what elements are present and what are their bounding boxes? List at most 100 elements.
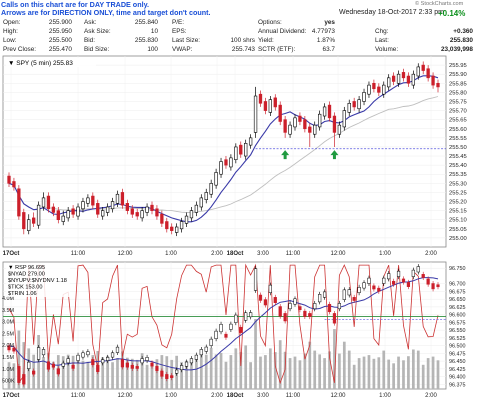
rsp-candle [382,277,386,284]
candle-body [96,203,100,215]
candle-body [86,197,90,204]
candle-body [239,144,243,155]
volume-bar [338,353,341,389]
candle-body [263,101,268,111]
volume-bar [195,357,198,389]
volume-bar [362,356,366,389]
candle-body [431,75,435,86]
lower-x-tick: 1:00 [165,393,177,399]
upper-x-axis: 17Oct 11:00 12:00 1:00 2:00 3:00 18Oct 11:00 12:… [3,251,438,257]
candle-body [268,99,273,113]
volume-bar [367,355,371,389]
rsp-candle [115,346,120,353]
candle-body [313,124,317,135]
rsp-candle [372,285,376,290]
volume-bar [426,358,430,389]
candle-body [337,124,342,135]
legend-rsp: ▼ RSP 96.695 [8,265,45,271]
rsp-candle [22,374,26,385]
upper-y-tick: 255.00 [449,236,467,242]
volume-tick: 2.0M [2,343,14,349]
volume-bar [259,356,262,389]
rsp-candle [150,362,154,367]
rsp-candle [411,269,415,277]
volume-bar [377,357,381,389]
candle-body [71,208,75,215]
upper-x-tick: 11:00 [286,251,301,257]
candle-body [125,203,130,211]
candle-body [120,192,125,206]
volume-bar [145,364,149,389]
lower-y-tick: 96.625 [449,305,466,311]
upper-y-tick: 255.50 [449,145,467,151]
upper-y-axis: 255.95 255.90 255.85 255.80 255.75 255.70 255.… [449,63,467,242]
volume-bar [436,360,440,389]
rsp-candle [170,375,174,378]
candle-body [317,113,322,128]
rsp-candle [253,268,258,291]
volume-tick: 2.5M [2,331,14,337]
rsp-candle [135,366,139,369]
upper-x-tick: 18Oct [227,251,244,257]
upper-y-tick: 255.90 [449,72,467,78]
upper-x-tick: 12:00 [117,251,133,257]
rsp-candle [101,359,105,364]
candle-body [204,192,208,201]
rsp-candle [214,330,218,339]
lower-x-tick: 11:00 [71,393,86,399]
candle-body [61,215,65,222]
rsp-candle [155,366,159,371]
rsp-candle [36,347,41,360]
rsp-candle [249,312,253,318]
candle-body [135,212,139,217]
rsp-candle [362,282,366,289]
rsp-candle [426,278,430,285]
lower-x-tick: 1:00 [379,393,391,399]
volume-bar [323,358,326,389]
candle-body [224,159,228,166]
volume-bar [81,360,85,389]
candle-body [387,77,391,88]
lower-y-tick: 96.375 [449,382,466,388]
candle-body [31,217,36,224]
candle-body [199,197,203,208]
upper-y-tick: 255.10 [449,218,467,224]
volume-bar [318,354,322,389]
candle-body [76,206,80,217]
rsp-candle [106,357,110,361]
volume-tick: 1.5M [2,355,14,361]
rsp-candle [303,310,307,317]
rsp-candle [244,312,248,321]
rsp-candle [224,333,228,338]
lower-y-tick: 96.750 [449,266,466,272]
volume-bar [352,364,356,389]
volume-bar [407,356,410,389]
candle-body [115,193,120,204]
rsp-candle [288,303,292,310]
candle-body [184,215,189,224]
upper-y-tick: 255.95 [449,63,467,69]
candle-body [179,221,184,230]
candle-body [253,95,258,133]
lower-x-tick: 3:00 [257,393,269,399]
volume-bar [298,360,302,389]
candle-body [248,137,253,146]
rsp-candle [130,364,134,369]
candle-body [194,204,199,213]
rsp-candle [61,362,65,367]
rsp-candle [313,303,317,310]
rsp-candle [308,313,312,317]
volume-bar [288,358,292,389]
volume-bar [421,364,425,389]
upper-y-tick: 255.45 [449,154,467,160]
lower-y-tick: 96.475 [449,351,466,357]
volume-bar [382,350,386,389]
upper-y-tick: 255.20 [449,200,467,206]
rsp-candle [416,266,420,273]
upper-y-tick: 255.80 [449,90,467,96]
upper-x-tick: 17Oct [3,251,20,257]
candle-body [46,195,51,210]
volume-tick: 3.5M [2,308,14,314]
lower-y-tick: 96.450 [449,359,466,365]
candle-body [303,119,307,130]
